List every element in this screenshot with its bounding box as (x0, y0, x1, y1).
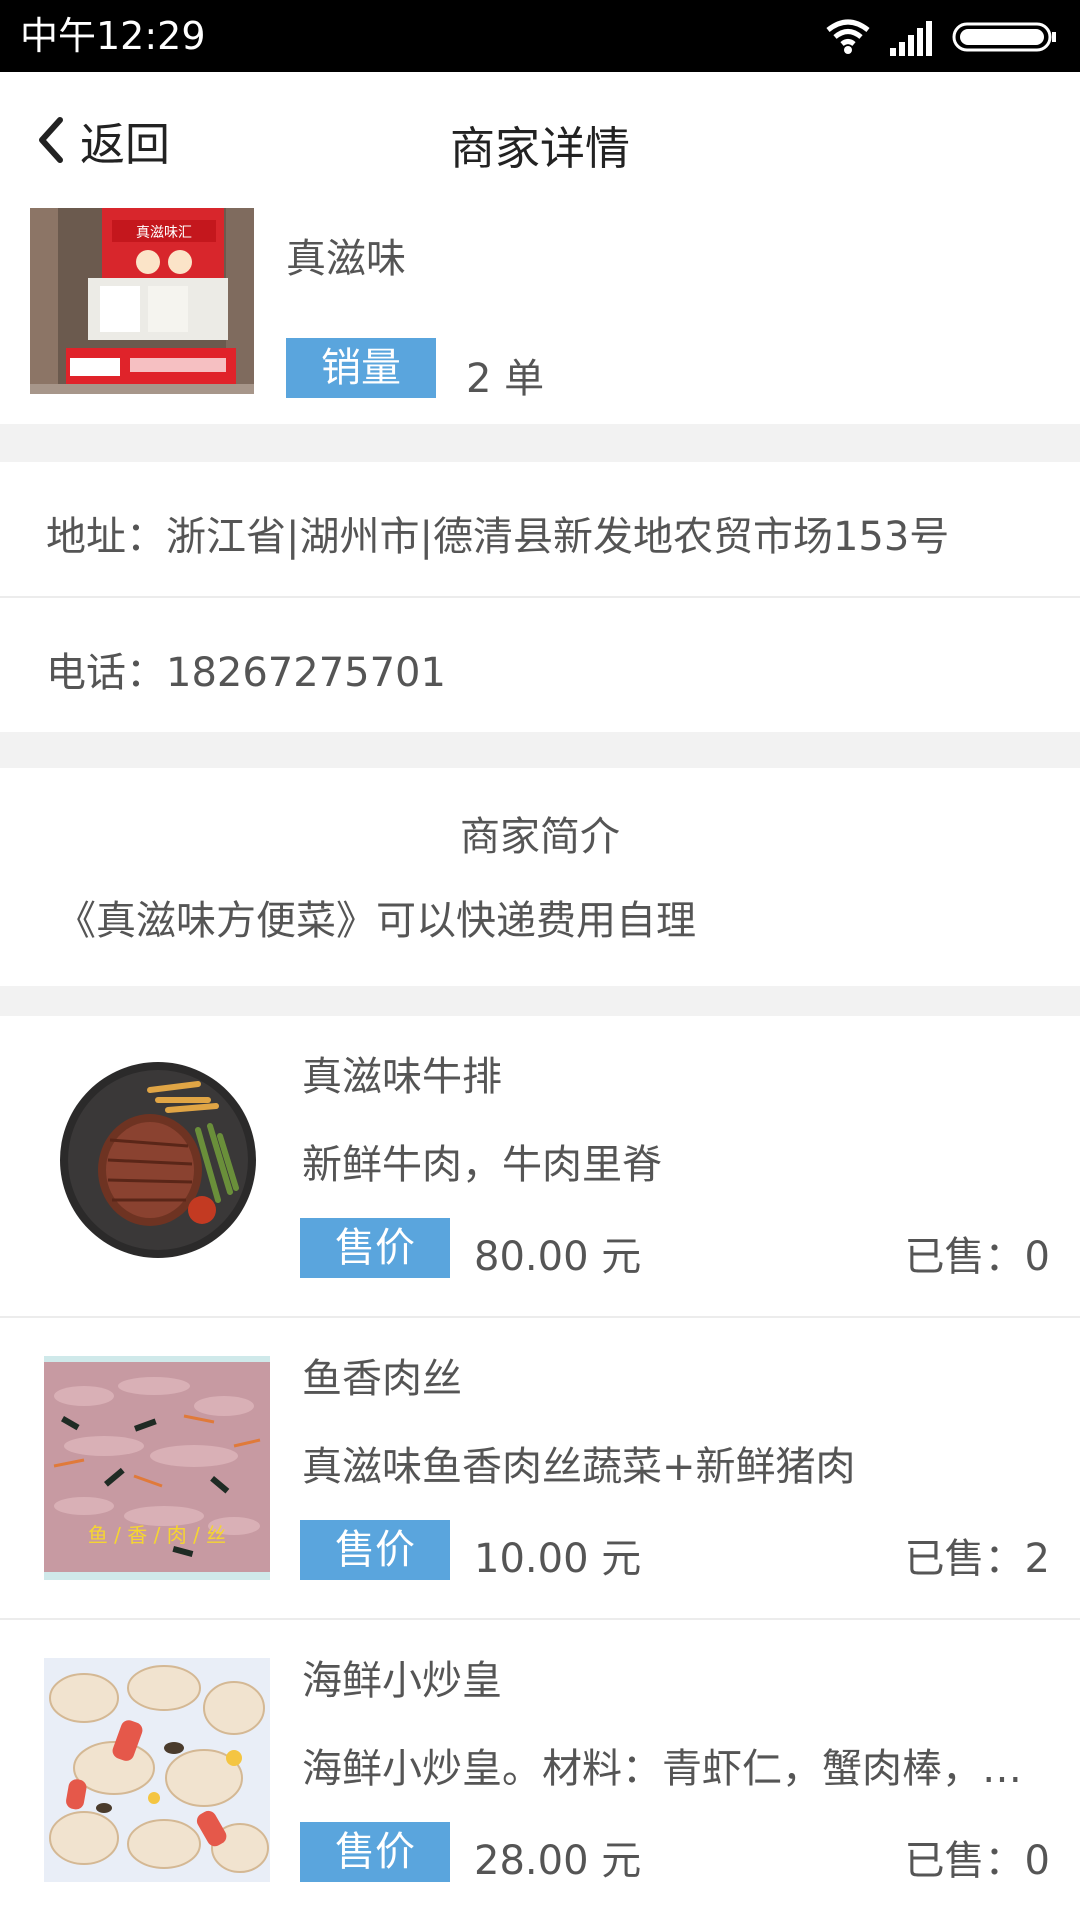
product-image: 鱼 / 香 / 肉 / 丝 (44, 1356, 270, 1580)
status-time: 中午12:29 (20, 14, 206, 58)
product-sold: 已售：2 (904, 1536, 1050, 1582)
intro-text: 《真滋味方便菜》可以快递费用自理 (56, 898, 696, 944)
price-badge: 售价 (300, 1822, 450, 1882)
intro-title: 商家简介 (460, 814, 620, 860)
product-desc: 真滋味鱼香肉丝蔬菜+新鲜猪肉 (302, 1444, 856, 1490)
status-bar: 中午12:29 (0, 0, 1080, 72)
wifi-icon (826, 19, 870, 54)
product-name: 鱼香肉丝 (302, 1356, 462, 1402)
shop-photo: 真滋味汇 (30, 208, 254, 394)
section-gap (0, 986, 1080, 1016)
shop-intro: 商家简介 《真滋味方便菜》可以快递费用自理 (0, 768, 1080, 986)
product-desc: 海鲜小炒皇。材料：青虾仁，蟹肉棒，蛤蜊肉，鱿鱼 (302, 1746, 1052, 1792)
product-price: 80.00 元 (474, 1234, 642, 1280)
title-bar: 返回 商家详情 (0, 72, 1080, 208)
signal-icon (890, 21, 932, 56)
product-sold: 已售：0 (904, 1234, 1050, 1280)
address-row[interactable]: 地址：浙江省|湖州市|德清县新发地农贸市场153号 (0, 462, 1080, 596)
product-price: 10.00 元 (474, 1536, 642, 1582)
battery-icon (952, 22, 1056, 52)
section-gap (0, 732, 1080, 768)
sales-count: 2 单 (466, 356, 545, 402)
product-item[interactable]: 鱼 / 香 / 肉 / 丝 鱼香肉丝 真滋味鱼香肉丝蔬菜+新鲜猪肉 售价 10.… (0, 1318, 1080, 1618)
shop-name: 真滋味 (286, 236, 406, 282)
shop-photo-sign: 真滋味汇 (136, 225, 192, 241)
product-sold: 已售：0 (904, 1838, 1050, 1884)
phone-text: 电话：18267275701 (46, 650, 446, 696)
product-desc: 新鲜牛肉，牛肉里脊 (302, 1142, 662, 1188)
product-item[interactable]: 真滋味牛排 新鲜牛肉，牛肉里脊 售价 80.00 元 已售：0 (0, 1016, 1080, 1316)
product-image (58, 1060, 258, 1260)
address-text: 地址：浙江省|湖州市|德清县新发地农贸市场153号 (46, 514, 950, 560)
section-gap (0, 424, 1080, 462)
shop-header: 真滋味汇 真滋味 销量 2 单 (0, 208, 1080, 424)
page-title: 商家详情 (449, 122, 630, 175)
image-caption: 鱼 / 香 / 肉 / 丝 (88, 1523, 226, 1547)
product-item[interactable]: 海鲜小炒皇 海鲜小炒皇。材料：青虾仁，蟹肉棒，蛤蜊肉，鱿鱼 售价 28.00 元… (0, 1620, 1080, 1920)
product-name: 真滋味牛排 (302, 1054, 502, 1100)
product-name: 海鲜小炒皇 (302, 1658, 502, 1704)
phone-row[interactable]: 电话：18267275701 (0, 598, 1080, 732)
sales-badge: 销量 (286, 338, 436, 398)
product-image (44, 1658, 270, 1882)
product-price: 28.00 元 (474, 1838, 642, 1884)
price-badge: 售价 (300, 1520, 450, 1580)
price-badge: 售价 (300, 1218, 450, 1278)
